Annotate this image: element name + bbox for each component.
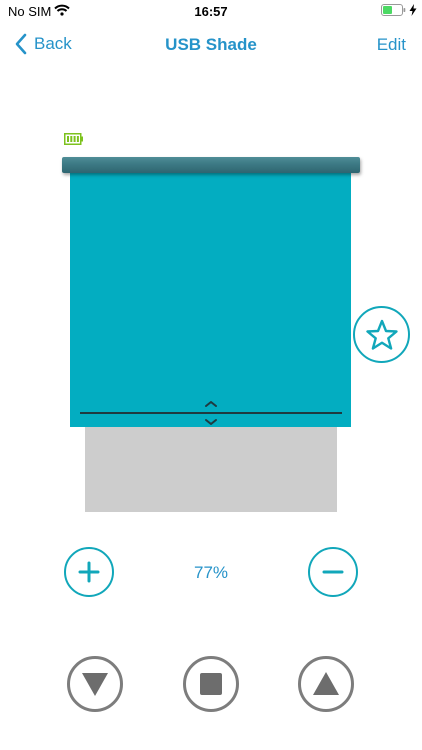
shade-position-percent: 77% [193,563,229,582]
up-down-chevron-icon[interactable] [202,398,220,428]
lower-shade-button[interactable] [67,656,123,712]
decrease-button[interactable] [308,547,358,597]
clock: 16:57 [194,4,228,19]
shade-fabric[interactable] [70,173,351,427]
favorite-button[interactable] [353,306,410,363]
page-title: USB Shade [165,35,257,54]
device-battery-icon [64,133,83,145]
battery-icon [381,4,406,16]
bolt-icon [409,4,417,16]
raise-shade-button[interactable] [298,656,354,712]
edit-button[interactable]: Edit [377,35,406,55]
stop-square-icon [200,673,222,695]
star-icon [365,319,398,350]
down-triangle-icon [82,673,108,696]
minus-icon [322,570,344,574]
up-triangle-icon [313,672,339,695]
stop-shade-button[interactable] [183,656,239,712]
window-area [85,427,337,512]
shade-roller [62,157,360,173]
